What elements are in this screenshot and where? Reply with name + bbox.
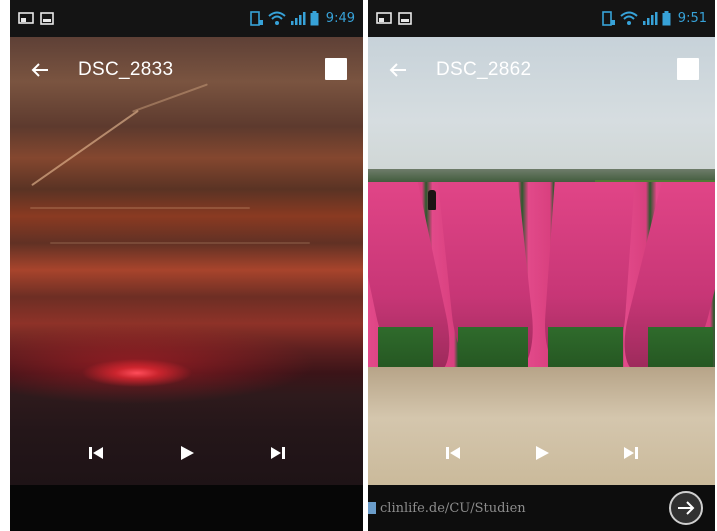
playback-controls (10, 436, 363, 470)
screen-icon (18, 12, 34, 25)
signal-icon (642, 11, 658, 26)
arrow-left-icon (31, 63, 48, 77)
status-bar: 9:51 (368, 0, 715, 37)
wifi-icon (268, 11, 286, 26)
phone-screen-left: 9:49 DSC_2833 (10, 0, 363, 531)
device-icon (249, 10, 264, 27)
screen-icon (376, 12, 392, 25)
signal-icon (290, 11, 306, 26)
battery-icon (662, 11, 671, 26)
play-icon (180, 446, 194, 460)
arrow-right-icon (678, 501, 695, 515)
play-button[interactable] (170, 436, 204, 470)
page-title: DSC_2833 (78, 59, 174, 80)
battery-icon (310, 11, 319, 26)
ad-badge (368, 502, 376, 514)
photo-sunset[interactable] (10, 37, 363, 485)
cloud-streak (50, 242, 310, 244)
ad-banner[interactable]: clinlife.de/CU/Studien (368, 485, 715, 531)
skip-next-icon (270, 447, 285, 459)
previous-button[interactable] (79, 436, 113, 470)
phone-screen-right: 9:51 DSC_2862 clinlife.de/CU/Studien (368, 0, 715, 531)
person-figure (428, 190, 436, 210)
cloud-streak (30, 207, 250, 209)
image-icon (40, 12, 54, 25)
skip-previous-icon (88, 447, 103, 459)
action-bar: DSC_2862 (368, 50, 715, 90)
page-title: DSC_2862 (436, 59, 532, 80)
overflow-menu-button[interactable] (677, 58, 699, 80)
back-button[interactable] (378, 50, 418, 90)
playback-controls (368, 436, 715, 470)
ad-open-button[interactable] (669, 491, 703, 525)
back-button[interactable] (20, 50, 60, 90)
status-time: 9:51 (677, 11, 707, 26)
device-icon (601, 10, 616, 27)
next-button[interactable] (261, 436, 295, 470)
next-button[interactable] (614, 436, 648, 470)
action-bar: DSC_2833 (10, 50, 363, 90)
status-time: 9:49 (325, 11, 355, 26)
skip-next-icon (623, 447, 638, 459)
overflow-menu-button[interactable] (325, 58, 347, 80)
status-bar: 9:49 (10, 0, 363, 37)
bottom-bar (10, 485, 363, 531)
wifi-icon (620, 11, 638, 26)
arrow-left-icon (389, 63, 406, 77)
photo-tulips[interactable] (368, 37, 715, 495)
cloud-streak (31, 109, 139, 187)
play-icon (535, 446, 549, 460)
skip-previous-icon (445, 447, 460, 459)
ad-text[interactable]: clinlife.de/CU/Studien (380, 501, 526, 516)
previous-button[interactable] (436, 436, 470, 470)
play-button[interactable] (525, 436, 559, 470)
image-icon (398, 12, 412, 25)
soil (368, 367, 715, 495)
